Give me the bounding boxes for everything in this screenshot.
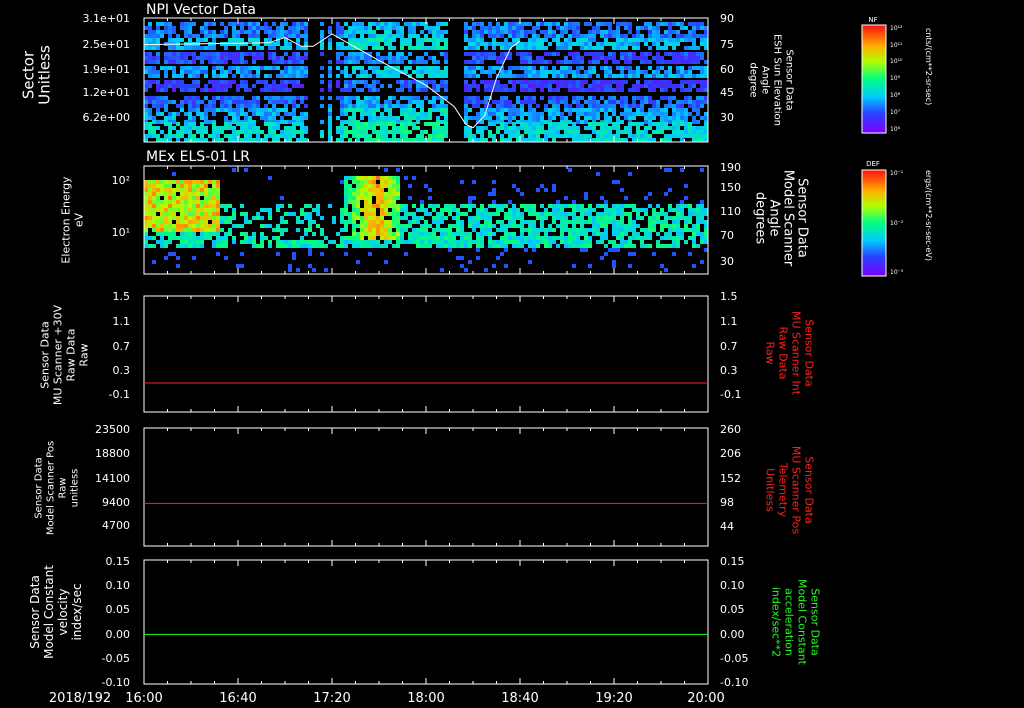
date-label: 2018/192 xyxy=(49,691,111,706)
s3-ylabel: Sensor DataMU Scanner +30VRaw DataRaw xyxy=(38,304,90,405)
s3-ytick-right-2: 0.7 xyxy=(720,340,738,353)
s5-ytick-1: 0.10 xyxy=(106,579,131,592)
s5-ytick-2: 0.05 xyxy=(106,603,131,616)
npi-ytick-0: 3.1e+01 xyxy=(83,12,130,25)
s5-ytick-3: 0.00 xyxy=(106,628,131,641)
colorbar-nf-units: cnts/(cm**2-sr-sec) xyxy=(924,28,933,105)
time-tick-1: 16:40 xyxy=(219,691,256,706)
colorbar-def-gradient xyxy=(861,169,887,277)
s3-ylabel-right: Sensor DataMU Scanner IntRaw DataRaw xyxy=(764,311,816,396)
cb1-tick-4: 10⁸ xyxy=(890,92,901,99)
npi-ytick-2: 1.9e+01 xyxy=(83,63,130,76)
colorbar-def-label: DEF xyxy=(866,160,880,168)
els-heatmap xyxy=(144,166,708,274)
s4-ytick-0: 23500 xyxy=(95,423,130,436)
time-tick-2: 17:20 xyxy=(313,691,350,706)
npi-ytick-4: 6.2e+00 xyxy=(83,111,130,124)
colorbar-nf: NF 10¹² 10¹¹ 10¹⁰ 10⁹ 10⁸ 10⁷ 10⁶ cnts/(… xyxy=(861,16,933,134)
els-ytick-right-2: 110 xyxy=(720,205,741,218)
colorbar-def: DEF 10⁻¹ 10⁻² 10⁻³ ergs/(cm**2-sr-sec-eV… xyxy=(861,160,933,277)
s3-ytick-3: 0.3 xyxy=(113,364,131,377)
npi-ytick-right-0: 90 xyxy=(720,12,734,25)
s5-ylabel: Sensor DataModel Constantvelocityindex/s… xyxy=(28,565,84,659)
cb1-tick-5: 10⁷ xyxy=(890,109,901,116)
els-ytick-1: 10¹ xyxy=(112,226,130,239)
s3-ytick-0: 1.5 xyxy=(113,290,131,303)
s4-ytick-right-2: 152 xyxy=(720,472,741,485)
panel-npi: NPI Vector Data 3.1e+01 2.5e+01 1.9e+01 … xyxy=(19,2,795,143)
colorbar-def-units: ergs/(cm**2-sr-sec-eV) xyxy=(924,170,933,261)
s5-ytick-0: 0.15 xyxy=(106,555,131,568)
cb1-tick-6: 10⁶ xyxy=(890,126,901,133)
time-tick-6: 20:00 xyxy=(687,691,724,706)
cb1-tick-1: 10¹¹ xyxy=(890,42,903,49)
s5-ytick-right-5: -0.10 xyxy=(720,676,748,689)
npi-ytick-right-3: 45 xyxy=(720,86,734,99)
s3-ytick-1: 1.1 xyxy=(113,315,131,328)
els-ytick-right-1: 150 xyxy=(720,181,741,194)
npi-ytick-3: 1.2e+01 xyxy=(83,86,130,99)
s3-ytick-2: 0.7 xyxy=(113,340,131,353)
npi-ylabel: SectorUnitless xyxy=(19,45,53,105)
s5-ytick-4: -0.05 xyxy=(102,652,130,665)
s4-ytick-4: 4700 xyxy=(102,519,130,532)
time-tick-3: 18:00 xyxy=(407,691,444,706)
panel-els: MEx ELS-01 LR 10² 10¹ 190 150 110 70 30 … xyxy=(59,149,809,275)
colorbar-nf-label: NF xyxy=(868,16,877,24)
s3-ytick-right-4: -0.1 xyxy=(720,388,741,401)
cb1-tick-0: 10¹² xyxy=(890,25,903,32)
npi-heatmap xyxy=(144,18,708,142)
npi-ylabel-right: Sensor DataESH Sun ElevationAngledegree xyxy=(748,34,795,126)
cb2-tick-1: 10⁻² xyxy=(890,220,904,227)
s3-ytick-right-1: 1.1 xyxy=(720,315,738,328)
s4-ytick-right-1: 206 xyxy=(720,447,741,460)
npi-ytick-1: 2.5e+01 xyxy=(83,38,130,51)
panel-scanner-30v-frame xyxy=(143,295,709,413)
s4-ytick-1: 18800 xyxy=(95,447,130,460)
s5-ytick-right-1: 0.10 xyxy=(720,579,745,592)
s5-ytick-right-0: 0.15 xyxy=(720,555,745,568)
s5-ytick-right-2: 0.05 xyxy=(720,603,745,616)
npi-ytick-right-1: 75 xyxy=(720,38,734,51)
s4-ytick-3: 9400 xyxy=(102,496,130,509)
els-ytick-0: 10² xyxy=(112,174,130,187)
s4-ytick-right-3: 98 xyxy=(720,496,734,509)
panel-scanner-pos: 23500 18800 14100 9400 4700 260 206 152 … xyxy=(34,423,816,547)
panel-npi-title: NPI Vector Data xyxy=(146,2,256,18)
colorbar-nf-gradient xyxy=(861,24,887,134)
els-ylabel-right: Sensor DataModel ScannerAngledegrees xyxy=(752,170,809,267)
cb1-tick-3: 10⁹ xyxy=(890,75,901,82)
els-ytick-right-4: 30 xyxy=(720,255,734,268)
els-ytick-right-0: 190 xyxy=(720,161,741,174)
panel-els-title: MEx ELS-01 LR xyxy=(146,149,250,165)
panel-constant-frame xyxy=(143,559,709,685)
s5-ytick-right-4: -0.05 xyxy=(720,652,748,665)
cb2-tick-2: 10⁻³ xyxy=(890,269,904,276)
s4-ytick-right-4: 44 xyxy=(720,520,734,533)
time-tick-5: 19:20 xyxy=(595,691,632,706)
s4-ytick-right-0: 260 xyxy=(720,423,741,436)
panel-scanner-30v: 1.5 1.1 0.7 0.3 -0.1 1.5 1.1 0.7 0.3 -0.… xyxy=(38,290,816,413)
s4-ytick-2: 14100 xyxy=(95,472,130,485)
npi-ytick-right-2: 60 xyxy=(720,63,734,76)
time-tick-4: 18:40 xyxy=(501,691,538,706)
s5-ytick-5: -0.10 xyxy=(102,676,130,689)
panel-scanner-pos-frame xyxy=(143,427,709,547)
s3-ytick-right-0: 1.5 xyxy=(720,290,738,303)
panel-constant: 0.15 0.10 0.05 0.00 -0.05 -0.10 0.15 0.1… xyxy=(28,555,821,689)
s4-ylabel: Sensor DataModel Scanner PosRawunitless xyxy=(34,441,81,535)
plot-canvas: NPI Vector Data 3.1e+01 2.5e+01 1.9e+01 … xyxy=(19,2,933,706)
cb2-tick-0: 10⁻¹ xyxy=(890,170,904,177)
els-ytick-right-3: 70 xyxy=(720,229,734,242)
s4-ylabel-right: Sensor DataMU Scanner PosTelemetryUnitle… xyxy=(764,446,816,535)
s3-ytick-right-3: 0.3 xyxy=(720,364,738,377)
cb1-tick-2: 10¹⁰ xyxy=(890,58,903,65)
s5-ytick-right-3: 0.00 xyxy=(720,628,745,641)
els-ylabel: Electron EnergyeV xyxy=(59,176,85,264)
npi-ytick-right-4: 30 xyxy=(720,111,734,124)
time-tick-0: 16:00 xyxy=(125,691,162,706)
s5-ylabel-right: Sensor DataModel Constantaccelerationind… xyxy=(770,579,822,666)
s3-ytick-4: -0.1 xyxy=(109,388,130,401)
